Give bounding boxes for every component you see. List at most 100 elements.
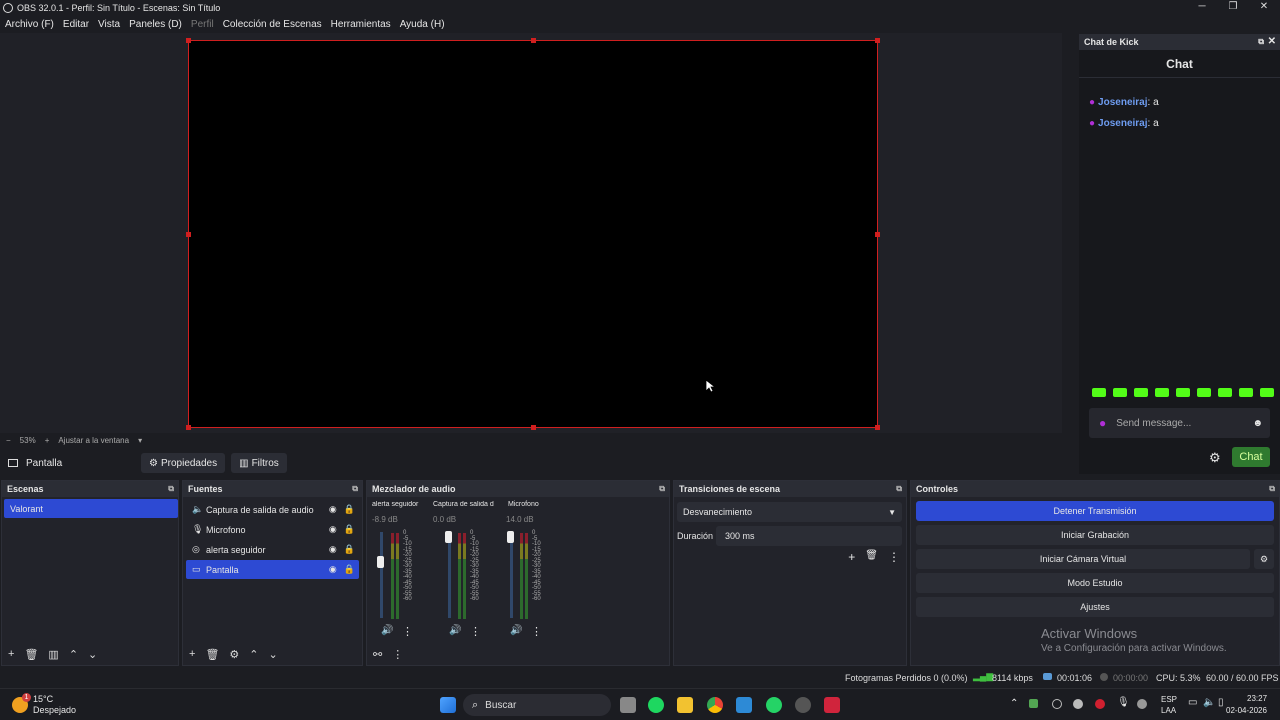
menu-coleccion-escenas[interactable]: Colección de Escenas: [223, 19, 322, 30]
emote-icon[interactable]: [1155, 388, 1169, 397]
eye-icon[interactable]: ◉: [329, 524, 337, 535]
lock-icon[interactable]: 🔒: [344, 504, 355, 515]
chat-input[interactable]: ● Send message... ☻: [1089, 408, 1270, 438]
more-icon[interactable]: ⋮: [392, 648, 403, 661]
speaker-icon[interactable]: 🔊: [449, 625, 461, 636]
preview-canvas[interactable]: [186, 38, 880, 430]
clock-time[interactable]: 23:27: [1247, 694, 1267, 703]
tray-whatsapp-icon[interactable]: [1073, 699, 1083, 709]
tray-record-icon[interactable]: [1095, 699, 1105, 709]
speaker-icon[interactable]: 🔊: [381, 625, 393, 636]
start-virtual-camera-button[interactable]: Iniciar Cámara Virtual: [916, 549, 1250, 569]
eye-icon[interactable]: ◉: [329, 504, 337, 515]
source-item[interactable]: ◎ alerta seguidor ◉ 🔒: [186, 540, 359, 559]
chevron-down-icon[interactable]: ▾: [138, 436, 142, 445]
undock-icon[interactable]: ⧉: [896, 484, 902, 494]
windows-start-icon[interactable]: [440, 697, 456, 713]
resize-handle[interactable]: [875, 425, 880, 430]
chevron-up-icon[interactable]: ⌃: [1010, 698, 1018, 709]
trash-icon[interactable]: 🗑: [865, 550, 878, 564]
trash-icon[interactable]: 🗑: [205, 648, 219, 661]
task-view-icon[interactable]: [620, 697, 636, 713]
duration-input[interactable]: 300 ms: [716, 526, 902, 546]
chrome-icon[interactable]: [707, 697, 723, 713]
input-language[interactable]: ESP: [1161, 695, 1177, 704]
lock-icon[interactable]: 🔒: [344, 524, 355, 535]
resize-handle[interactable]: [186, 232, 191, 237]
app-icon[interactable]: [824, 697, 840, 713]
more-icon[interactable]: ⋮: [531, 625, 542, 638]
lock-icon[interactable]: 🔒: [344, 544, 355, 555]
file-explorer-icon[interactable]: [677, 697, 693, 713]
photos-icon[interactable]: [736, 697, 752, 713]
input-layout[interactable]: LAA: [1161, 706, 1176, 715]
minimize-button[interactable]: ─: [1186, 0, 1218, 15]
scene-item[interactable]: Valorant: [4, 499, 178, 518]
emote-icon[interactable]: [1092, 388, 1106, 397]
resize-handle[interactable]: [875, 38, 880, 43]
menu-paneles[interactable]: Paneles (D): [129, 19, 182, 30]
chat-username[interactable]: Joseneiraj: [1098, 97, 1147, 108]
emote-icon[interactable]: [1260, 388, 1274, 397]
zoom-in-button[interactable]: +: [45, 436, 50, 445]
eye-icon[interactable]: ◉: [329, 544, 337, 555]
menu-perfil[interactable]: Perfil: [191, 19, 214, 30]
resize-handle[interactable]: [531, 38, 536, 43]
tray-icon[interactable]: [1029, 699, 1038, 708]
volume-slider-handle[interactable]: [507, 531, 514, 543]
studio-mode-button[interactable]: Modo Estudio: [916, 573, 1274, 593]
volume-slider-handle[interactable]: [445, 531, 452, 543]
move-up-icon[interactable]: ⌃: [249, 648, 258, 661]
chat-username[interactable]: Joseneiraj: [1098, 118, 1147, 129]
chat-settings-icon[interactable]: ⚙: [1209, 450, 1221, 466]
search-box[interactable]: ⌕ Buscar: [463, 694, 611, 716]
chat-send-button[interactable]: Chat: [1232, 447, 1270, 467]
settings-button[interactable]: Ajustes: [916, 597, 1274, 617]
volume-slider-track[interactable]: [380, 532, 383, 618]
emoji-icon[interactable]: ☻: [1252, 418, 1263, 429]
menu-ayuda[interactable]: Ayuda (H): [400, 19, 445, 30]
add-icon[interactable]: +: [848, 550, 855, 564]
undock-icon[interactable]: ⧉: [1269, 484, 1275, 494]
add-icon[interactable]: +: [8, 648, 14, 661]
speaker-icon[interactable]: 🔊: [510, 625, 522, 636]
battery-icon[interactable]: ▯: [1218, 697, 1224, 708]
emote-icon[interactable]: [1134, 388, 1148, 397]
maximize-button[interactable]: ❐: [1217, 0, 1249, 15]
emote-icon[interactable]: [1239, 388, 1253, 397]
resize-handle[interactable]: [531, 425, 536, 430]
move-down-icon[interactable]: ⌄: [269, 648, 278, 661]
menu-herramientas[interactable]: Herramientas: [331, 19, 391, 30]
zoom-out-button[interactable]: −: [6, 436, 11, 445]
spotify-icon[interactable]: [648, 697, 664, 713]
volume-slider-track[interactable]: [510, 532, 513, 618]
fit-to-window-label[interactable]: Ajustar a la ventana: [58, 436, 129, 445]
resize-handle[interactable]: [875, 232, 880, 237]
volume-slider-handle[interactable]: [377, 556, 384, 568]
close-icon[interactable]: ✕: [1268, 36, 1276, 47]
filter-icon[interactable]: ▥: [48, 648, 58, 661]
clock-date[interactable]: 02-04-2026: [1226, 706, 1267, 715]
volume-icon[interactable]: 🔈: [1203, 697, 1215, 708]
trash-icon[interactable]: 🗑: [24, 648, 38, 661]
more-icon[interactable]: ⋮: [470, 625, 481, 638]
start-recording-button[interactable]: Iniciar Grabación: [916, 525, 1274, 545]
eye-icon[interactable]: ◉: [329, 564, 337, 575]
undock-icon[interactable]: ⧉: [659, 484, 665, 494]
undock-icon[interactable]: ⧉: [168, 484, 174, 494]
move-up-icon[interactable]: ⌃: [69, 648, 78, 661]
properties-button[interactable]: ⚙ Propiedades: [141, 453, 226, 473]
emote-icon[interactable]: [1197, 388, 1211, 397]
undock-icon[interactable]: ⧉: [1258, 37, 1264, 47]
whatsapp-icon[interactable]: [766, 697, 782, 713]
move-down-icon[interactable]: ⌄: [88, 648, 97, 661]
filters-button[interactable]: ▥ Filtros: [231, 453, 287, 473]
stop-streaming-button[interactable]: Detener Transmisión: [916, 501, 1274, 521]
menu-archivo[interactable]: Archivo (F): [5, 19, 54, 30]
source-item[interactable]: ▭ Pantalla ◉ 🔒: [186, 560, 359, 579]
transition-select[interactable]: Desvanecimiento ▼: [677, 502, 902, 522]
more-icon[interactable]: ⋮: [402, 625, 413, 638]
tray-icon[interactable]: [1137, 699, 1147, 709]
lock-icon[interactable]: 🔒: [344, 564, 355, 575]
gear-icon[interactable]: ⚙: [229, 648, 239, 661]
